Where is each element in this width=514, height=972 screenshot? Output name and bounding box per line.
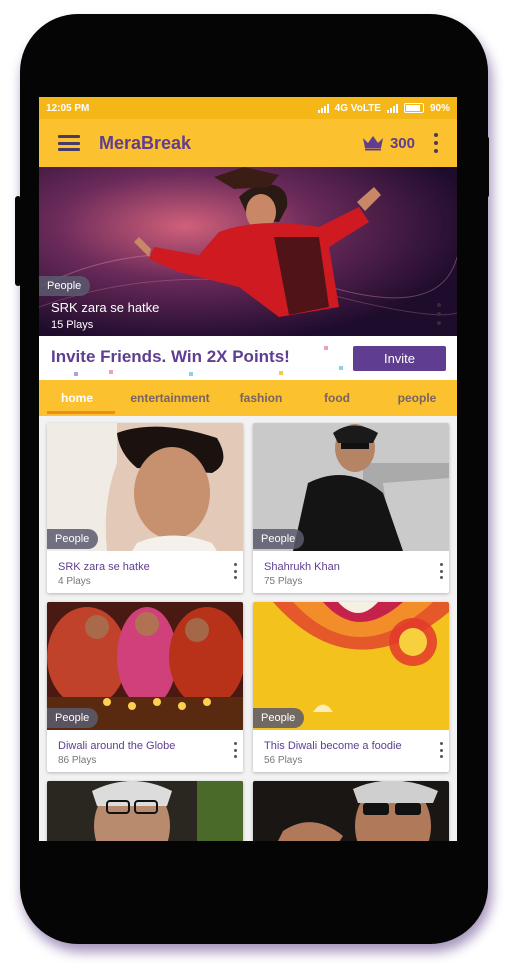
card-image xyxy=(47,781,243,841)
tab-fashion[interactable]: fashion xyxy=(225,380,297,416)
signal-icon-2 xyxy=(386,103,398,113)
screen: 12:05 PM 4G VoLTE 90% MeraBreak 300 Peop… xyxy=(39,97,457,841)
app-bar: MeraBreak 300 xyxy=(39,119,457,167)
card-more-icon[interactable] xyxy=(229,742,241,758)
content-card[interactable]: People Diwali around the Globe 86 Plays xyxy=(47,602,243,772)
card-more-icon[interactable] xyxy=(435,563,447,579)
card-image xyxy=(253,781,449,841)
tab-entertainment[interactable]: entertainment xyxy=(115,380,225,416)
card-plays: 56 Plays xyxy=(264,755,303,766)
tab-people[interactable]: people xyxy=(377,380,457,416)
battery-icon xyxy=(403,103,424,113)
status-time: 12:05 PM xyxy=(46,102,90,114)
card-title: Shahrukh Khan xyxy=(264,561,340,573)
hero-plays: 15 Plays xyxy=(51,319,94,331)
hero-title: SRK zara se hatke xyxy=(51,300,160,315)
more-vert-icon[interactable] xyxy=(427,133,445,153)
status-bar: 12:05 PM 4G VoLTE 90% xyxy=(39,97,457,119)
card-plays: 86 Plays xyxy=(58,755,97,766)
points-display[interactable]: 300 xyxy=(362,135,415,152)
featured-hero[interactable]: People SRK zara se hatke 15 Plays xyxy=(39,167,457,336)
card-plays: 4 Plays xyxy=(58,576,91,587)
network-label: 4G VoLTE xyxy=(334,102,381,114)
crown-icon xyxy=(362,136,383,151)
card-category-badge: People xyxy=(47,529,99,549)
card-plays: 75 Plays xyxy=(264,576,303,587)
content-card[interactable]: People This Diwali become a foodie 56 Pl… xyxy=(253,602,449,772)
hero-more-icon[interactable] xyxy=(435,303,443,325)
card-category-badge: People xyxy=(47,708,99,728)
tab-home[interactable]: home xyxy=(39,380,115,416)
content-card[interactable] xyxy=(47,781,243,841)
volume-button xyxy=(15,196,21,286)
card-title: SRK zara se hatke xyxy=(58,561,150,573)
signal-icon xyxy=(317,103,329,113)
card-category-badge: People xyxy=(253,529,305,549)
category-tabs: home entertainment fashion food people xyxy=(39,380,457,416)
app-title: MeraBreak xyxy=(99,132,192,153)
card-more-icon[interactable] xyxy=(229,563,241,579)
invite-button[interactable]: Invite xyxy=(353,346,446,371)
tab-food[interactable]: food xyxy=(297,380,377,416)
card-category-badge: People xyxy=(253,708,305,728)
points-value: 300 xyxy=(389,134,415,152)
battery-percent: 90% xyxy=(429,102,450,114)
content-card[interactable] xyxy=(253,781,449,841)
content-card[interactable]: People SRK zara se hatke 4 Plays xyxy=(47,423,243,593)
card-title: This Diwali become a foodie xyxy=(264,740,402,752)
power-button xyxy=(483,136,489,198)
invite-headline: Invite Friends. Win 2X Points! xyxy=(51,347,290,366)
hero-category-badge: People xyxy=(39,276,91,296)
content-card[interactable]: People Shahrukh Khan 75 Plays xyxy=(253,423,449,593)
invite-banner: Invite Friends. Win 2X Points! Invite xyxy=(39,336,457,380)
card-title: Diwali around the Globe xyxy=(58,740,176,752)
card-more-icon[interactable] xyxy=(435,742,447,758)
menu-icon[interactable] xyxy=(58,135,80,151)
